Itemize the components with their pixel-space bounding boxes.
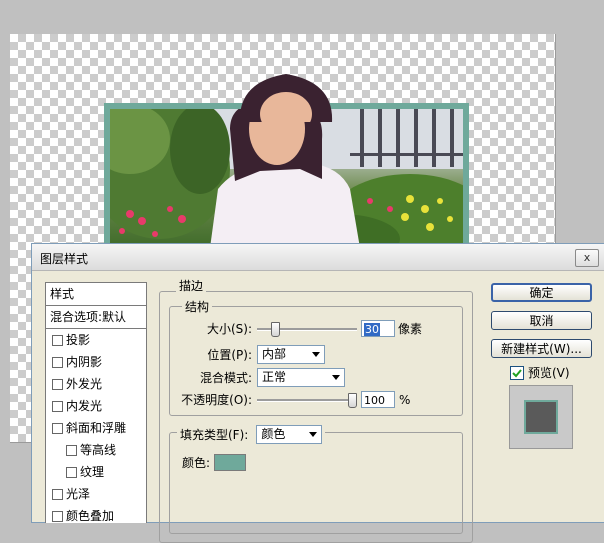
style-item-checkbox[interactable]: [52, 356, 63, 368]
style-item-label: 光泽: [66, 487, 91, 501]
opacity-label: 不透明度(O):: [181, 393, 252, 407]
preview-checkbox[interactable]: [510, 365, 524, 380]
position-value: 内部: [262, 347, 287, 361]
color-swatch[interactable]: [214, 454, 247, 471]
size-slider-thumb[interactable]: [271, 321, 280, 337]
style-item[interactable]: 内发光: [46, 395, 146, 417]
style-item-label: 颜色叠加: [66, 509, 115, 523]
size-slider[interactable]: [257, 321, 357, 337]
style-item-checkbox[interactable]: [66, 466, 77, 478]
opacity-value: 100: [364, 394, 385, 407]
chevron-down-icon: [312, 352, 320, 357]
styles-list: 样式 混合选项:默认 投影内阴影外发光内发光斜面和浮雕等高线纹理光泽颜色叠加: [45, 282, 147, 523]
dialog-title: 图层样式: [40, 252, 89, 266]
photo-image: [110, 109, 463, 248]
position-select[interactable]: 内部: [257, 345, 325, 364]
structure-title: 结构: [182, 298, 213, 315]
opacity-slider[interactable]: [257, 392, 357, 408]
photo-layer: [104, 103, 469, 248]
style-item-checkbox[interactable]: [52, 400, 63, 412]
blend-mode-row: 混合模式: 正常: [172, 368, 345, 387]
size-input[interactable]: 30: [361, 320, 395, 337]
style-item[interactable]: 光泽: [46, 483, 146, 505]
style-item-checkbox[interactable]: [52, 334, 63, 346]
new-style-button[interactable]: 新建样式(W)...: [491, 339, 592, 358]
photo-scene: [110, 109, 463, 248]
fill-type-label: 填充类型(F):: [180, 428, 249, 442]
checkmark-icon: [512, 368, 522, 377]
style-item[interactable]: 纹理: [46, 461, 146, 483]
dialog-titlebar: 图层样式 x: [32, 244, 604, 271]
fill-type-value: 颜色: [261, 427, 286, 441]
style-item-label: 内阴影: [66, 355, 103, 369]
stroke-section-title: 描边: [176, 277, 207, 294]
opacity-slider-track: [257, 398, 357, 402]
style-item[interactable]: 外发光: [46, 373, 146, 395]
opacity-input[interactable]: 100: [361, 391, 395, 408]
size-label: 大小(S):: [206, 322, 252, 336]
preview-row: 预览(V): [510, 364, 570, 381]
style-item[interactable]: 颜色叠加: [46, 505, 146, 527]
close-button[interactable]: x: [575, 249, 599, 267]
style-items: 投影内阴影外发光内发光斜面和浮雕等高线纹理光泽颜色叠加: [46, 329, 146, 527]
opacity-row: 不透明度(O): 100 %: [172, 391, 410, 408]
style-item-checkbox[interactable]: [52, 422, 63, 434]
styles-list-header[interactable]: 样式: [46, 283, 146, 306]
style-item-label: 等高线: [80, 443, 117, 457]
position-row: 位置(P): 内部: [172, 345, 325, 364]
style-item[interactable]: 内阴影: [46, 351, 146, 373]
style-item[interactable]: 等高线: [46, 439, 146, 461]
style-item-checkbox[interactable]: [52, 488, 63, 500]
size-value: 30: [364, 323, 380, 336]
style-item-label: 内发光: [66, 399, 103, 413]
fill-type-group: [169, 432, 463, 534]
close-icon: x: [583, 251, 591, 264]
style-item-checkbox[interactable]: [66, 444, 77, 456]
style-item-label: 投影: [66, 333, 91, 347]
style-preview: [509, 385, 573, 449]
chevron-down-icon: [332, 375, 340, 380]
size-unit: 像素: [398, 322, 423, 336]
style-item-label: 外发光: [66, 377, 103, 391]
blend-mode-select[interactable]: 正常: [257, 368, 345, 387]
style-item-checkbox[interactable]: [52, 510, 63, 522]
chevron-down-icon: [309, 432, 318, 437]
opacity-unit: %: [399, 392, 411, 407]
opacity-slider-thumb[interactable]: [348, 392, 357, 408]
preview-label: 预览(V): [528, 366, 570, 380]
color-label: 颜色:: [182, 456, 211, 470]
style-item-label: 纹理: [80, 465, 105, 479]
position-label: 位置(P):: [207, 348, 252, 362]
style-preview-swatch: [524, 400, 558, 434]
blend-mode-label: 混合模式:: [199, 371, 252, 385]
style-item[interactable]: 投影: [46, 329, 146, 351]
layer-style-dialog: 图层样式 x 样式 混合选项:默认 投影内阴影外发光内发光斜面和浮雕等高线纹理光…: [31, 243, 604, 543]
blend-mode-value: 正常: [262, 370, 287, 384]
fill-type-select[interactable]: 颜色: [256, 425, 323, 444]
ok-button[interactable]: 确定: [491, 283, 592, 302]
size-row: 大小(S): 30 像素: [172, 320, 422, 337]
person-head: [239, 74, 333, 122]
color-row: 颜色:: [182, 454, 247, 471]
cancel-button[interactable]: 取消: [491, 311, 592, 330]
fill-type-row: 填充类型(F): 颜色: [177, 425, 326, 444]
blend-options-item[interactable]: 混合选项:默认: [46, 306, 146, 329]
style-item-checkbox[interactable]: [52, 378, 63, 390]
style-item-label: 斜面和浮雕: [66, 421, 127, 435]
style-item[interactable]: 斜面和浮雕: [46, 417, 146, 439]
